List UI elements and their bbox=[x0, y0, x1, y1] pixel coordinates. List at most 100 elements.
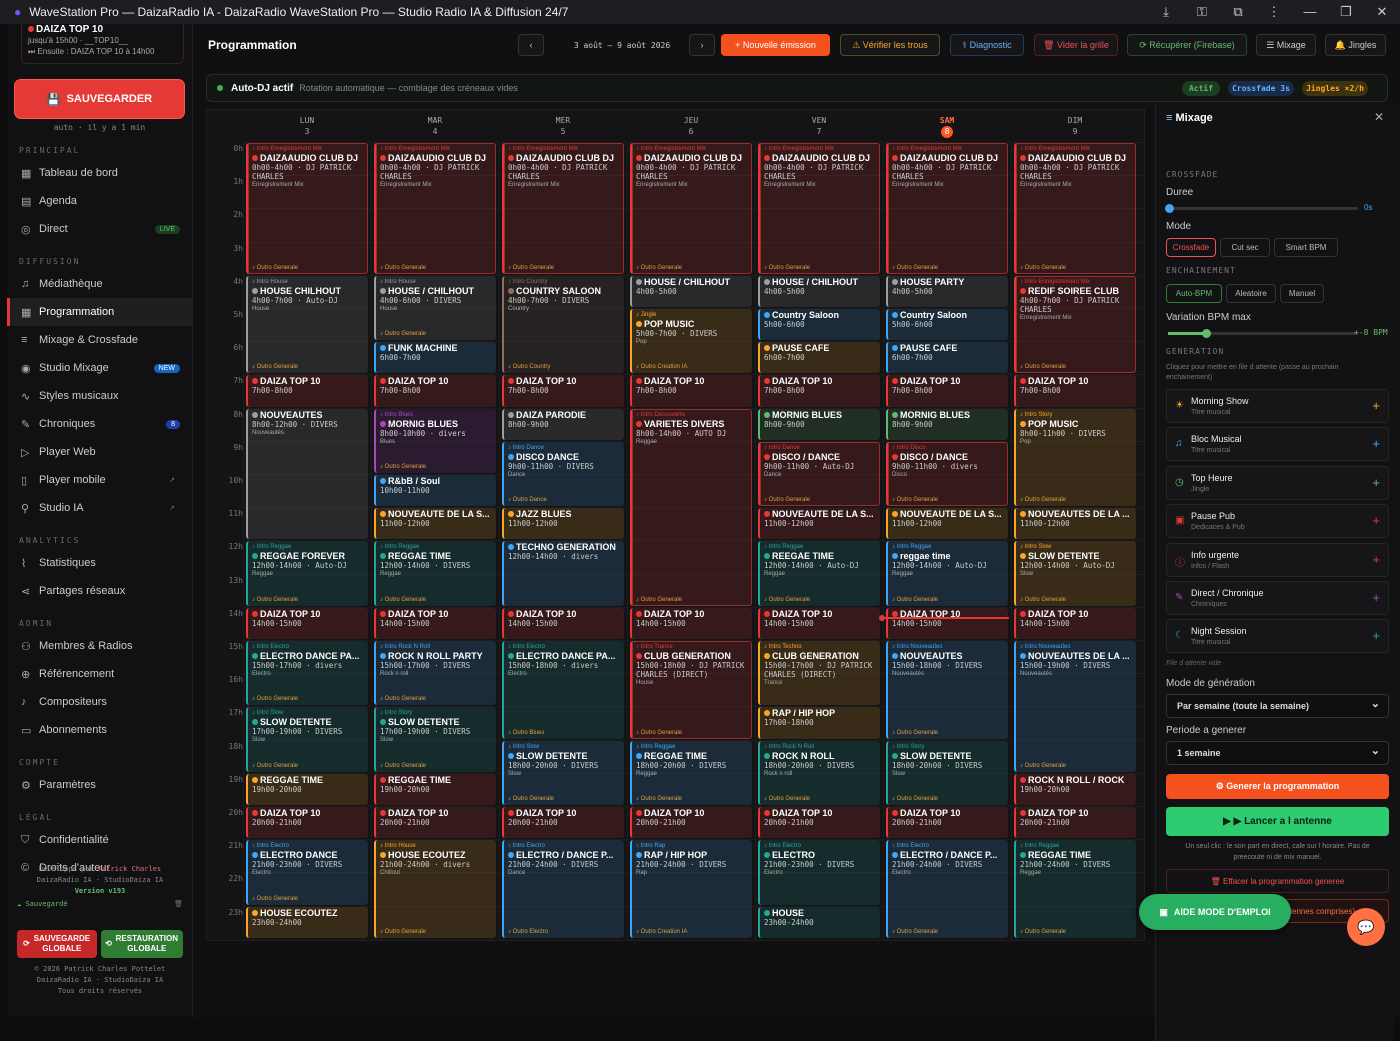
clear-grid-button[interactable]: 🗑 Vider la grille bbox=[1034, 34, 1118, 56]
show-event[interactable]: ♪ Jingle POP MUSIC 5h00-7h00 · DIVERS Pop ♪ … bbox=[630, 309, 752, 374]
show-event[interactable]: ♪ Intro Electro ELECTRO 21h00-23h00 · DIVE… bbox=[758, 840, 880, 905]
show-event[interactable]: ♪ Intro Enregistrement Mix DAIZAAUDIO CLU… bbox=[886, 143, 1008, 274]
show-event[interactable]: DAIZA TOP 10 14h00-15h00 bbox=[374, 607, 496, 639]
nav-studio-ia[interactable]: ⚲ Studio IA ↗ bbox=[7, 494, 192, 522]
show-event[interactable]: DAIZA TOP 10 20h00-21h00 bbox=[374, 807, 496, 839]
show-event[interactable]: Country Saloon 5h00-6h00 bbox=[886, 309, 1008, 341]
add-icon[interactable]: + bbox=[1372, 436, 1380, 451]
show-event[interactable]: DAIZA TOP 10 20h00-21h00 bbox=[502, 807, 624, 839]
show-event[interactable]: R&bB / Soul 10h00-11h00 bbox=[374, 475, 496, 507]
show-event[interactable]: DAIZA TOP 10 7h00-8h00 bbox=[246, 375, 368, 407]
show-event[interactable]: DAIZA TOP 10 20h00-21h00 bbox=[246, 807, 368, 839]
show-event[interactable]: ♪ Intro Découverte VARIETES DIVERS 8h00-14… bbox=[630, 408, 752, 606]
ench-auto-bpm[interactable]: Auto-BPM bbox=[1166, 284, 1222, 303]
diagnostic-button[interactable]: ⚕ Diagnostic bbox=[950, 34, 1024, 56]
show-event[interactable]: DAIZA TOP 10 14h00-15h00 bbox=[758, 607, 880, 639]
jingles-button[interactable]: 🔔 Jingles bbox=[1325, 34, 1386, 56]
mode-smart-bpm[interactable]: Smart BPM bbox=[1274, 238, 1338, 257]
new-show-button[interactable]: + Nouvelle émission bbox=[721, 34, 830, 56]
next-week-button[interactable]: › bbox=[689, 34, 715, 56]
show-event[interactable]: DAIZA TOP 10 20h00-21h00 bbox=[630, 807, 752, 839]
add-icon[interactable]: + bbox=[1372, 398, 1380, 413]
generation-item[interactable]: ✎ Direct / Chronique Chroniques + bbox=[1166, 581, 1389, 615]
show-event[interactable]: ♪ Intro Reggae REGGAE FOREVER 12h00-14h00 … bbox=[246, 541, 368, 606]
show-event[interactable]: DAIZA TOP 10 20h00-21h00 bbox=[1014, 807, 1136, 839]
show-event[interactable]: DAIZA TOP 10 7h00-8h00 bbox=[502, 375, 624, 407]
nav-abonnements[interactable]: ▭ Abonnements bbox=[7, 716, 192, 744]
show-event[interactable]: ♪ Intro Techno CLUB GENERATION 15h00-17h00… bbox=[758, 641, 880, 706]
show-event[interactable]: FUNK MACHINE 6h00-7h00 bbox=[374, 342, 496, 374]
day-header[interactable]: JEU 6 bbox=[627, 110, 755, 142]
show-event[interactable]: DAIZA TOP 10 14h00-15h00 bbox=[630, 607, 752, 639]
menu-icon[interactable]: ⋮ bbox=[1256, 0, 1292, 24]
show-event[interactable]: DAIZA TOP 10 14h00-15h00 bbox=[886, 607, 1008, 639]
check-gaps-button[interactable]: ⚠ Vérifier les trous bbox=[840, 34, 940, 56]
show-event[interactable]: DAIZA TOP 10 7h00-8h00 bbox=[374, 375, 496, 407]
maximize-icon[interactable]: ❐ bbox=[1328, 0, 1364, 24]
show-event[interactable]: ♪ Intro Reggae REGGAE TIME 12h00-14h00 · D… bbox=[374, 541, 496, 606]
generation-item[interactable]: ☾ Night Session Titre musical + bbox=[1166, 619, 1389, 654]
ench-manuel[interactable]: Manuel bbox=[1280, 284, 1324, 303]
show-event[interactable]: TECHNO GENERATION 12h00-14h00 · divers bbox=[502, 541, 624, 606]
show-event[interactable]: ♪ Intro Reggae reggae time 12h00-14h00 · A… bbox=[886, 541, 1008, 606]
fetch-firebase-button[interactable]: ⟳ Récupérer (Firebase) bbox=[1127, 34, 1247, 56]
show-event[interactable]: ♪ Intro Enregistrement Mix DAIZAAUDIO CLU… bbox=[630, 143, 752, 274]
show-event[interactable]: ♪ Intro Enregistrement Mix DAIZAAUDIO CLU… bbox=[758, 143, 880, 274]
generation-item[interactable]: ☀ Morning Show Titre musical + bbox=[1166, 389, 1389, 423]
show-event[interactable]: HOUSE PARTY 4h00-5h00 bbox=[886, 275, 1008, 307]
add-icon[interactable]: + bbox=[1372, 513, 1380, 528]
day-header[interactable]: DIM 9 bbox=[1011, 110, 1139, 142]
show-event[interactable]: HOUSE / CHILHOUT 4h00-5h00 bbox=[758, 275, 880, 307]
nav-chroniques[interactable]: ✎ Chroniques 8 bbox=[7, 410, 192, 438]
nav-parametres[interactable]: ⚙ Paramètres bbox=[7, 771, 192, 799]
nav-membres[interactable]: ⚇ Membres & Radios bbox=[7, 632, 192, 660]
duree-slider[interactable] bbox=[1165, 204, 1358, 213]
show-event[interactable]: ♪ Intro Blues MORNIG BLUES 8h00-10h00 · di… bbox=[374, 408, 496, 473]
show-event[interactable]: Country Saloon 5h00-6h00 bbox=[758, 309, 880, 341]
prev-week-button[interactable]: ‹ bbox=[518, 34, 544, 56]
add-icon[interactable]: + bbox=[1372, 552, 1380, 567]
show-event[interactable]: RAP / HIP HOP 17h00-18h00 bbox=[758, 707, 880, 739]
save-global-button[interactable]: ⟳ SAUVEGARDE GLOBALE bbox=[17, 930, 97, 958]
nav-player-web[interactable]: ▷ Player Web bbox=[7, 438, 192, 466]
show-event[interactable]: ♪ Intro Rock N Roll ROCK N ROLL PARTY 15h0… bbox=[374, 641, 496, 706]
show-event[interactable]: ♪ Intro Reggae REEGAE TIME 12h00-14h00 · A… bbox=[758, 541, 880, 606]
show-event[interactable]: MORNIG BLUES 8h00-9h00 bbox=[886, 408, 1008, 440]
show-event[interactable]: ♪ Intro Enregistrement Mix DAIZAAUDIO CLU… bbox=[246, 143, 368, 274]
generate-button[interactable]: ⚙ Generer la programmation bbox=[1166, 774, 1389, 799]
show-event[interactable]: ♪ Intro Disco DISCO / DANCE 9h00-11h00 · d… bbox=[886, 441, 1008, 507]
show-event[interactable]: PAUSE CAFE 6h00-7h00 bbox=[886, 342, 1008, 374]
day-header[interactable]: MER 5 bbox=[499, 110, 627, 142]
show-event[interactable]: DAIZA TOP 10 7h00-8h00 bbox=[886, 375, 1008, 407]
show-event[interactable]: HOUSE / CHILHOUT 4h00-5h00 bbox=[630, 275, 752, 307]
show-event[interactable]: ♪ Intro Story POP MUSIC 8h00-11h00 · DIVER… bbox=[1014, 408, 1136, 507]
close-icon[interactable]: ✕ bbox=[1364, 0, 1400, 24]
generation-item[interactable]: ♫ Bloc Musical Titre musical + bbox=[1166, 427, 1389, 462]
add-icon[interactable]: + bbox=[1372, 590, 1380, 605]
show-event[interactable]: ♪ Intro Rap RAP / HIP HOP 21h00-24h00 · DI… bbox=[630, 840, 752, 938]
day-header[interactable]: LUN 3 bbox=[243, 110, 371, 142]
show-event[interactable]: ♪ Intro Dance DISCO / DANCE 9h00-11h00 · A… bbox=[758, 441, 880, 507]
show-event[interactable]: NOUVEAUTES 8h00-12h00 · DIVERS Nouveautés bbox=[246, 408, 368, 540]
show-event[interactable]: DAIZA TOP 10 20h00-21h00 bbox=[758, 807, 880, 839]
erase-generated-button[interactable]: 🗑 Effacer la programmation generee bbox=[1166, 869, 1389, 893]
show-event[interactable]: ROCK N ROLL / ROCK 19h00-20h00 bbox=[1014, 773, 1136, 805]
nav-partages[interactable]: ⋖ Partages réseaux bbox=[7, 577, 192, 605]
nav-compositeurs[interactable]: ♪ Compositeurs bbox=[7, 688, 192, 716]
show-event[interactable]: ♪ Intro Enregistrement Mix REDIF SOIREE C… bbox=[1014, 275, 1136, 374]
show-event[interactable]: ♪ Intro Slow SLOW DETENTE 18h00-20h00 · DI… bbox=[502, 740, 624, 805]
extension-icon[interactable]: ⧉ bbox=[1220, 0, 1256, 24]
show-event[interactable]: ♪ Intro Electro ELECTRO / DANCE P... 21h00… bbox=[886, 840, 1008, 938]
show-event[interactable]: ♪ Intro Story SLOW DETENTE 18h00-20h00 · D… bbox=[886, 740, 1008, 805]
nav-referencement[interactable]: ⊕ Référencement bbox=[7, 660, 192, 688]
chat-icon[interactable]: 💬 bbox=[1347, 908, 1385, 946]
ench-aleatoire[interactable]: Aleatoire bbox=[1226, 284, 1276, 303]
mode-gen-select[interactable]: Par semaine (toute la semaine) bbox=[1166, 694, 1389, 718]
help-button[interactable]: ▣ AIDE MODE D'EMPLOI bbox=[1139, 894, 1291, 930]
minimize-icon[interactable]: — bbox=[1292, 0, 1328, 24]
show-event[interactable]: NOUVEAUTES DE LA ... 11h00-12h00 bbox=[1014, 508, 1136, 540]
show-event[interactable]: HOUSE 23h00-24h00 bbox=[758, 906, 880, 938]
show-event[interactable]: ♪ Intro Electro ELECTRO DANCE PA... 15h00-… bbox=[246, 641, 368, 706]
show-event[interactable]: JAZZ BLUES 11h00-12h00 bbox=[502, 508, 624, 540]
show-event[interactable]: NOUVEAUTE DE LA S... 11h00-12h00 bbox=[886, 508, 1008, 540]
